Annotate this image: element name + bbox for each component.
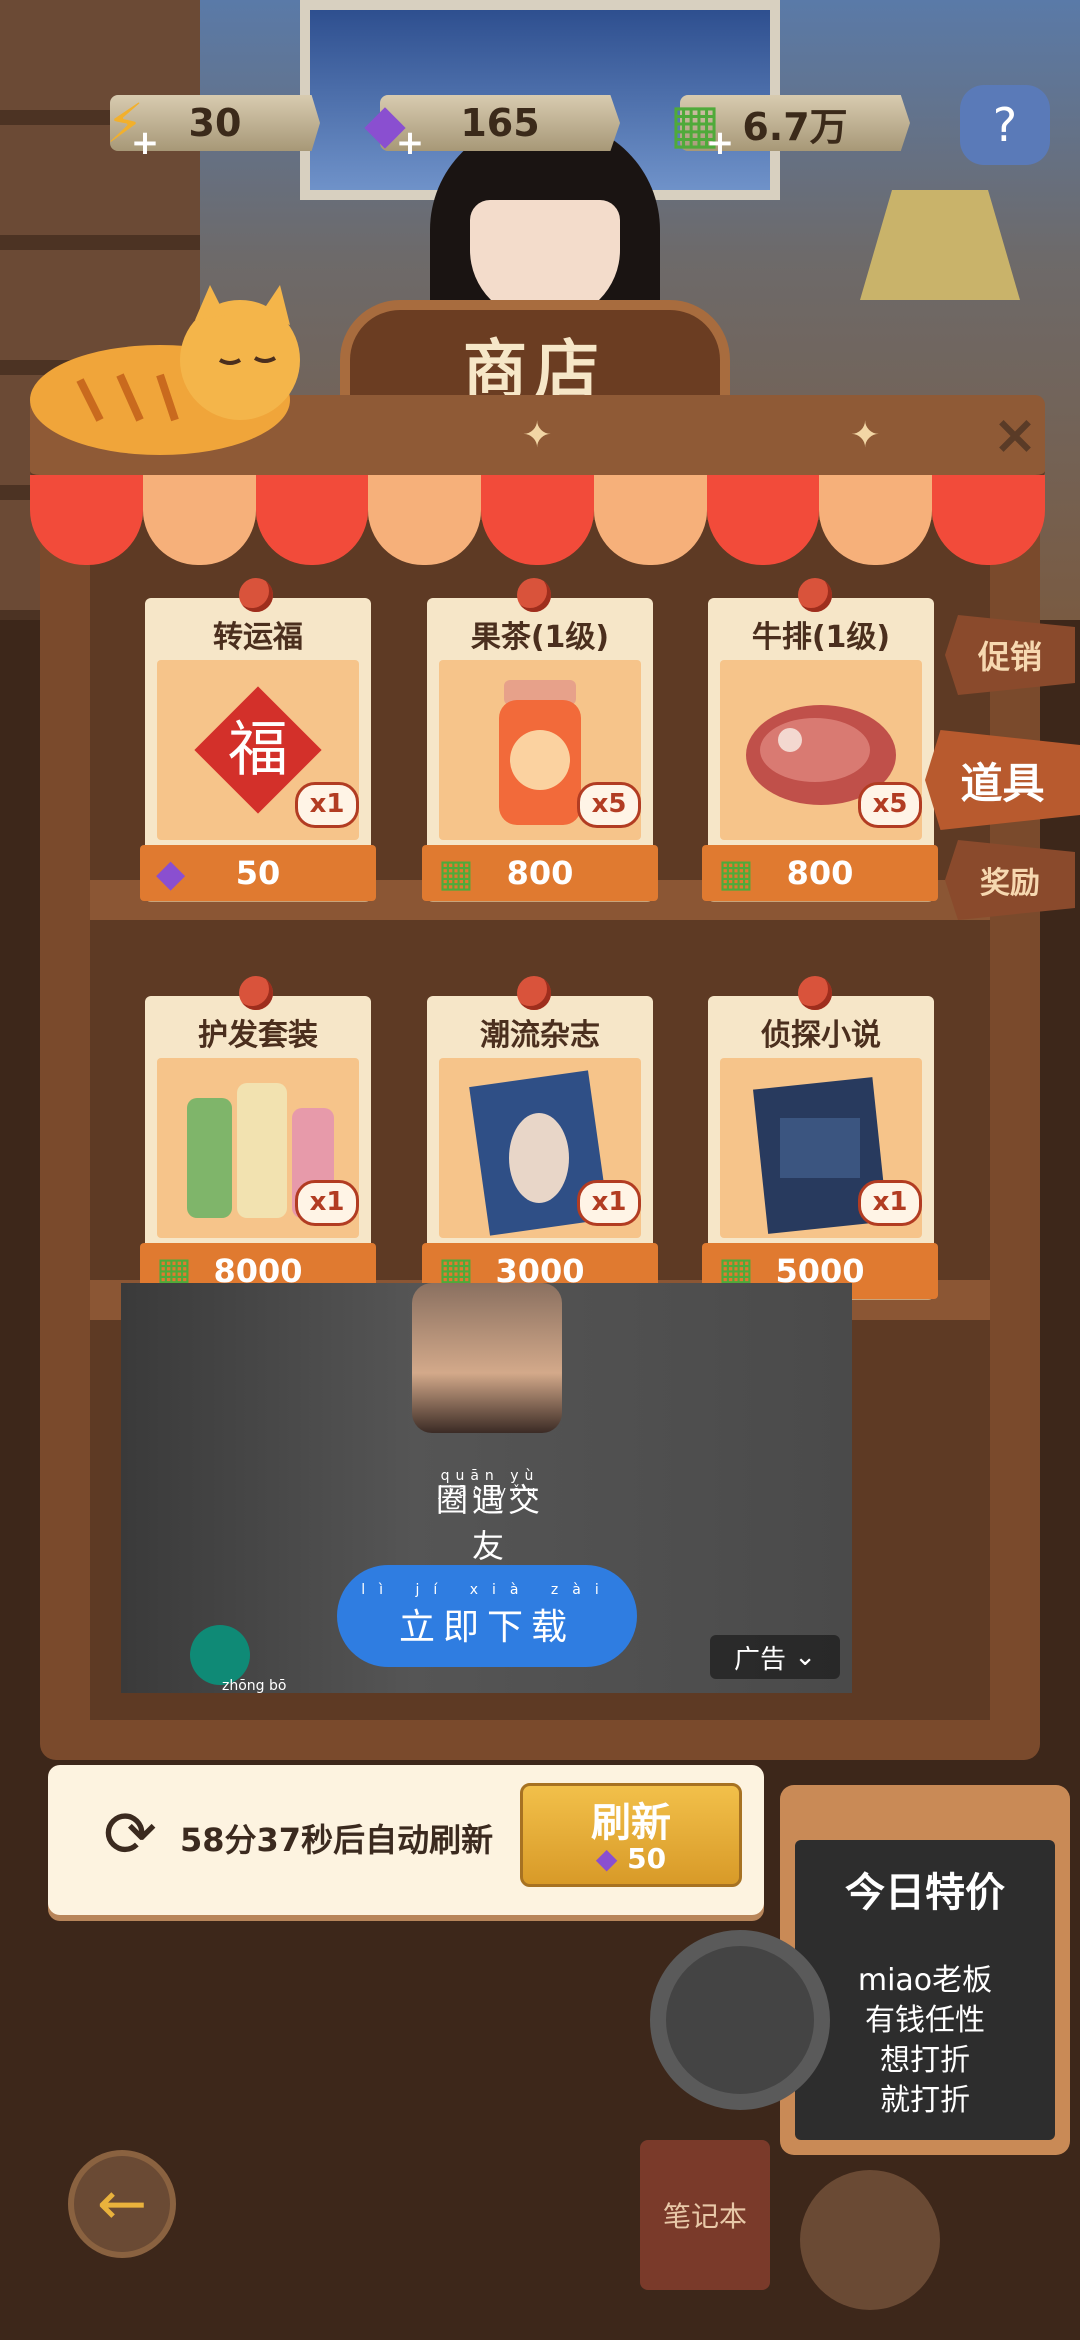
tab-label: 奖励 [980, 866, 1040, 901]
refresh-price: 50 [627, 1842, 667, 1875]
chevron-down-icon: ⌄ [785, 1642, 817, 1672]
tab-rewards[interactable]: 奖励 [945, 840, 1075, 920]
buy-button[interactable]: ▦ 800 [702, 845, 938, 901]
ad-button-label: 立即下载 [398, 1607, 575, 1648]
item-quantity: x5 [577, 782, 641, 828]
item-name: 果茶(1级) [470, 620, 610, 655]
awning-scallop [593, 475, 707, 565]
tab-label: 促销 [977, 638, 1042, 676]
tab-props[interactable]: 道具 [925, 730, 1080, 830]
ad-button-pinyin: lì jí xià zài [361, 1582, 613, 1598]
chalkboard-line: 有钱任性 [865, 2003, 985, 2038]
arrow-left-icon[interactable]: ← [68, 2150, 176, 2258]
chalkboard-line: 想打折 [880, 2043, 970, 2078]
gem-icon: ◆ [156, 851, 186, 895]
awning [30, 475, 1046, 565]
ad-indicator [190, 1625, 250, 1685]
awning-scallop [142, 475, 256, 565]
awning-scallop [255, 475, 369, 565]
star-icon: ✦ [522, 415, 553, 456]
pin-icon [239, 578, 273, 612]
close-button[interactable]: × [985, 405, 1045, 465]
awning-scallop [368, 475, 482, 565]
gem-plus-button[interactable]: + [395, 126, 425, 160]
tab-label: 道具 [960, 758, 1045, 808]
awning-scallop [706, 475, 820, 565]
shop-nav-button[interactable] [800, 2170, 940, 2310]
tab-promotion[interactable]: 促销 [945, 615, 1075, 695]
refresh-icon: ⟳ [103, 1798, 157, 1872]
chalkboard-line: 就打折 [880, 2083, 970, 2118]
item-quantity: x1 [858, 1180, 922, 1226]
notebook-label: 笔记本 [662, 2200, 747, 2233]
awning-scallop [481, 475, 594, 565]
energy-value: 30 [188, 101, 242, 145]
item-price: 50 [235, 854, 281, 892]
chalkboard-line: miao老板 [857, 1963, 993, 1998]
ad-avatar [412, 1283, 562, 1433]
item-price: 800 [506, 854, 574, 892]
buy-button[interactable]: ◆ 50 [140, 845, 376, 901]
svg-text:福: 福 [228, 715, 288, 785]
item-name: 牛排(1级) [751, 620, 891, 655]
cash-icon: ▦ [718, 851, 754, 895]
item-quantity: x1 [577, 1180, 641, 1226]
item-quantity: x1 [295, 1180, 359, 1226]
awning-scallop [819, 475, 933, 565]
pin-icon [798, 976, 832, 1010]
notebook-button[interactable]: 笔记本 [640, 2140, 770, 2290]
item-name: 转运福 [213, 620, 303, 655]
gem-value: 165 [460, 101, 540, 145]
awning-scallop [30, 475, 143, 565]
energy-plus-button[interactable]: + [130, 126, 160, 160]
gem-icon: ◆ [595, 1842, 628, 1875]
buy-button[interactable]: ▦ 800 [422, 845, 658, 901]
pin-icon [798, 578, 832, 612]
help-icon[interactable]: ? [960, 85, 1050, 165]
cat-mascot [30, 285, 300, 455]
item-name: 潮流杂志 [480, 1018, 600, 1053]
ad-partial-pinyin: zhōng bō [222, 1678, 287, 1694]
ad-tag-label: 广告 [733, 1644, 786, 1675]
refresh-button-price: ◆ 50 [523, 1842, 739, 1875]
pin-icon [517, 578, 551, 612]
refresh-countdown: 58分37秒后自动刷新 [180, 1821, 494, 1859]
ad-download-button[interactable]: lì jí xià zài 立即下载 [337, 1565, 637, 1667]
item-quantity: x5 [858, 782, 922, 828]
item-name: 侦探小说 [761, 1018, 881, 1053]
awning-scallop [932, 475, 1046, 565]
refresh-button[interactable]: 刷新 ◆ 50 [520, 1783, 742, 1887]
pin-icon [517, 976, 551, 1010]
chalkboard-title: 今日特价 [845, 1870, 1005, 1916]
refresh-button-label: 刷新 [591, 1800, 671, 1846]
wheel-decoration [650, 1930, 830, 2110]
star-icon: ✦ [850, 415, 881, 456]
ad-tag[interactable]: 广告 ⌄ [710, 1635, 840, 1679]
ad-app-name: 圈遇交友 [435, 1481, 544, 1565]
pin-icon [239, 976, 273, 1010]
item-quantity: x1 [295, 782, 359, 828]
cash-value: 6.7万 [742, 104, 848, 149]
item-price: 800 [786, 854, 854, 892]
item-name: 护发套装 [198, 1018, 318, 1053]
cash-plus-button[interactable]: + [705, 126, 735, 160]
cash-icon: ▦ [438, 851, 474, 895]
